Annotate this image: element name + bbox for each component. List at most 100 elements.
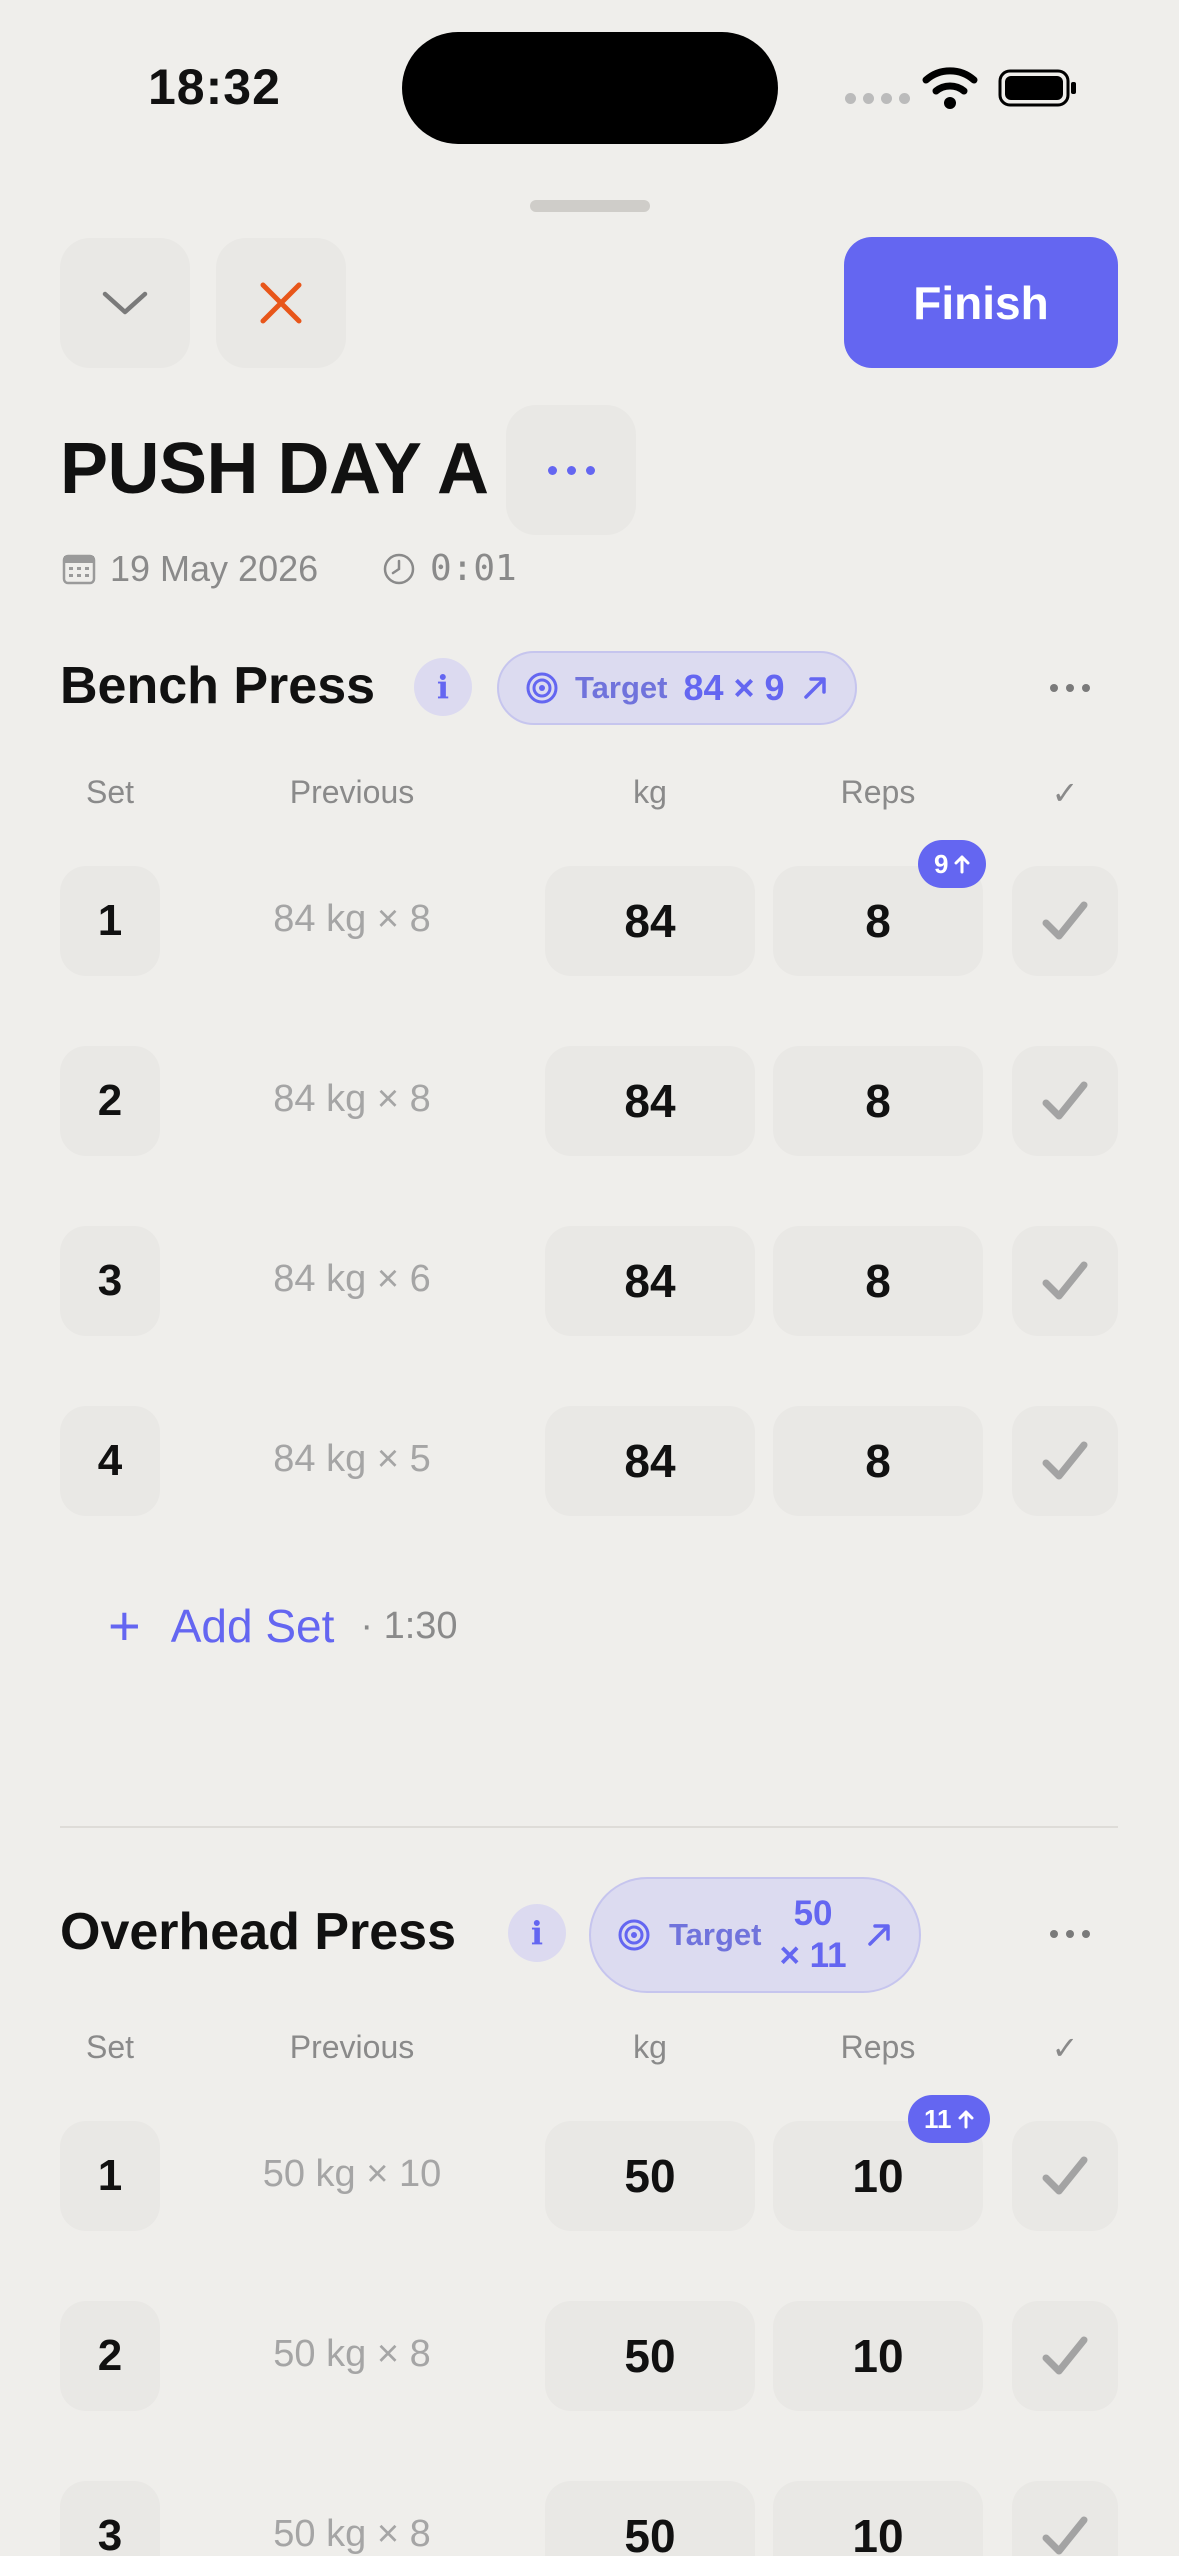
target-label: Target: [669, 1917, 762, 1952]
column-set: Set: [85, 774, 135, 810]
exercise-info-button[interactable]: i: [508, 1904, 566, 1962]
checkmark-icon: [1042, 1441, 1088, 1480]
info-icon: i: [436, 668, 450, 706]
target-pill[interactable]: Target 50 × 11: [589, 1877, 921, 1993]
arrow-up-icon: [954, 855, 970, 874]
checkmark-icon: [1042, 2516, 1088, 2555]
set-number[interactable]: 4: [60, 1406, 160, 1516]
checkmark-icon: [1042, 2156, 1088, 2195]
workout-title[interactable]: PUSH DAY A: [60, 428, 489, 510]
checkmark-icon: [1042, 2336, 1088, 2375]
weight-input[interactable]: 84: [545, 1406, 755, 1516]
weight-input[interactable]: 50: [545, 2121, 755, 2231]
wifi-icon: [922, 67, 978, 109]
reps-progression-badge[interactable]: 11: [908, 2095, 990, 2143]
plus-icon: +: [108, 1594, 141, 1657]
exercise-title[interactable]: Overhead Press: [60, 1902, 456, 1962]
set-number[interactable]: 2: [60, 2301, 160, 2411]
complete-set-button[interactable]: [1012, 2301, 1118, 2411]
previous-value[interactable]: 50 kg × 10: [202, 2153, 502, 2196]
weight-input[interactable]: 84: [545, 866, 755, 976]
workout-date-text: 19 May 2026: [110, 548, 319, 589]
weight-input[interactable]: 84: [545, 1046, 755, 1156]
previous-value[interactable]: 84 kg × 6: [202, 1258, 502, 1301]
add-set-button[interactable]: + Add Set · 1:30: [108, 1598, 458, 1654]
arrow-up-right-icon: [867, 1924, 890, 1946]
target-icon: [526, 672, 558, 704]
workout-options-button[interactable]: [506, 405, 636, 535]
badge-value: 9: [934, 848, 949, 879]
exercise-info-button[interactable]: i: [414, 658, 472, 716]
column-reps: Reps: [840, 774, 916, 810]
set-number[interactable]: 1: [60, 866, 160, 976]
workout-date: 19 May 2026: [62, 548, 318, 590]
reps-input[interactable]: 8: [773, 1406, 983, 1516]
close-icon: [260, 282, 302, 324]
column-previous: Previous: [289, 2029, 415, 2065]
column-kg: kg: [633, 774, 667, 810]
dynamic-island: [402, 32, 778, 144]
add-set-label: Add Set: [170, 1600, 335, 1652]
weight-input[interactable]: 84: [545, 1226, 755, 1336]
set-number[interactable]: 1: [60, 2121, 160, 2231]
chevron-down-icon: [102, 291, 148, 315]
target-pill[interactable]: Target 84 × 9: [497, 651, 857, 725]
column-done: ✓: [1051, 775, 1079, 811]
column-set: Set: [85, 2029, 135, 2065]
complete-set-button[interactable]: [1012, 866, 1118, 976]
column-done: ✓: [1051, 2030, 1079, 2066]
collapse-button[interactable]: [60, 238, 190, 368]
checkmark-icon: [1042, 901, 1088, 940]
target-label: Target: [575, 670, 668, 705]
previous-value[interactable]: 84 kg × 8: [202, 898, 502, 941]
complete-set-button[interactable]: [1012, 1046, 1118, 1156]
weight-input[interactable]: 50: [545, 2481, 755, 2556]
set-number[interactable]: 2: [60, 1046, 160, 1156]
info-icon: i: [530, 1914, 544, 1952]
checkmark-icon: [1042, 1261, 1088, 1300]
workout-duration: 0:01: [382, 548, 517, 589]
rest-timer[interactable]: · 1:30: [360, 1605, 457, 1648]
badge-value: 11: [924, 2103, 952, 2134]
checkmark-icon: [1042, 1081, 1088, 1120]
exercise-divider: [60, 1826, 1118, 1828]
reps-progression-badge[interactable]: 9: [918, 840, 987, 888]
previous-value[interactable]: 84 kg × 5: [202, 1438, 502, 1481]
reps-input[interactable]: 8: [773, 1046, 983, 1156]
target-value: 50 × 11: [779, 1893, 846, 1977]
previous-value[interactable]: 50 kg × 8: [202, 2333, 502, 2376]
cellular-signal-icon: [845, 93, 910, 104]
set-number[interactable]: 3: [60, 2481, 160, 2556]
exercise-title[interactable]: Bench Press: [60, 656, 375, 716]
column-reps: Reps: [840, 2029, 916, 2065]
previous-value[interactable]: 50 kg × 8: [202, 2513, 502, 2556]
target-value: 84 × 9: [683, 667, 785, 708]
complete-set-button[interactable]: [1012, 1226, 1118, 1336]
target-icon: [618, 1919, 650, 1951]
weight-input[interactable]: 50: [545, 2301, 755, 2411]
discard-button[interactable]: [216, 238, 346, 368]
exercise-options-button[interactable]: [1040, 658, 1100, 718]
reps-input[interactable]: 10: [773, 2301, 983, 2411]
set-number[interactable]: 3: [60, 1226, 160, 1336]
column-previous: Previous: [289, 774, 415, 810]
status-time: 18:32: [148, 59, 281, 115]
clock-icon: [383, 553, 415, 584]
calendar-icon: [62, 554, 96, 585]
arrow-up-icon: [958, 2110, 973, 2129]
target-value-line-1: 50: [793, 1894, 833, 1933]
target-value-line-2: × 11: [779, 1936, 847, 1975]
exercise-options-button[interactable]: [1040, 1904, 1100, 1964]
column-kg: kg: [633, 2029, 667, 2065]
complete-set-button[interactable]: [1012, 2121, 1118, 2231]
complete-set-button[interactable]: [1012, 2481, 1118, 2556]
arrow-up-right-icon: [803, 677, 826, 699]
reps-input[interactable]: 8: [773, 1226, 983, 1336]
sheet-grabber[interactable]: [530, 200, 650, 212]
finish-button[interactable]: Finish: [844, 237, 1118, 368]
battery-icon: [998, 69, 1076, 107]
workout-duration-text: 0:01: [430, 548, 517, 589]
complete-set-button[interactable]: [1012, 1406, 1118, 1516]
previous-value[interactable]: 84 kg × 8: [202, 1078, 502, 1121]
reps-input[interactable]: 10: [773, 2481, 983, 2556]
